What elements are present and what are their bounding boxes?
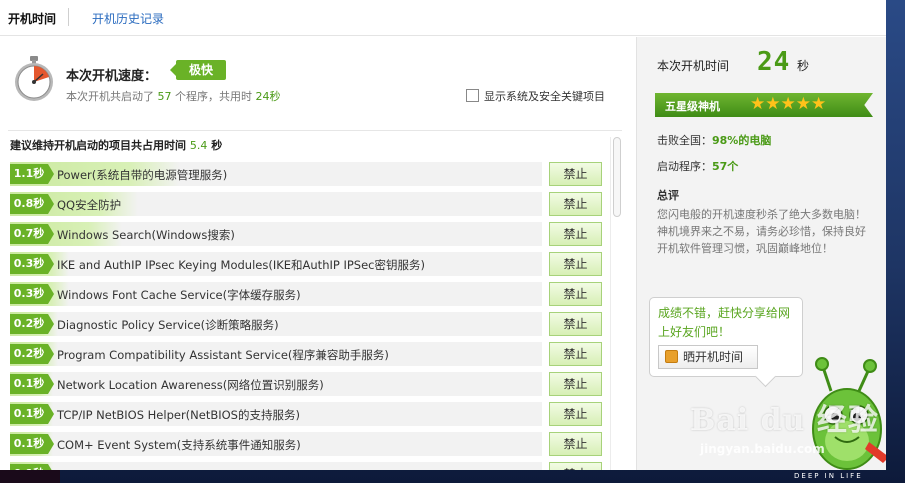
show-system-items-toggle[interactable]: 显示系统及安全关键项目: [466, 88, 605, 104]
baidu-watermark-url: jingyan.baidu.com: [700, 442, 825, 456]
programs-value: 57个: [712, 160, 739, 173]
show-system-items-label: 显示系统及安全关键项目: [484, 90, 605, 103]
boot-time-label: 本次开机时间: [657, 59, 730, 73]
disable-startup-button[interactable]: 禁止: [549, 462, 602, 470]
disable-startup-button[interactable]: 禁止: [549, 162, 602, 186]
duration-tag: 0.1秒: [10, 404, 54, 424]
startup-item-row: 0.3秒 IKE and AuthIP IPsec Keying Modules(…: [10, 250, 604, 280]
startup-item-row: 1.1秒 Power(系统自带的电源管理服务) 禁止: [10, 160, 604, 190]
duration-tag: 0.2秒: [10, 314, 54, 334]
boot-time-value: 24: [757, 47, 791, 77]
startup-item-row: 0.1秒 COM+ Event System(支持系统事件通知服务) 禁止: [10, 430, 604, 460]
taskbar-fragment: [0, 470, 60, 483]
disable-startup-button[interactable]: 禁止: [549, 372, 602, 396]
startup-item-name: QQ安全防护: [57, 198, 122, 212]
summary-total-time: 24秒: [255, 90, 281, 103]
startup-item-name: Power(系统自带的电源管理服务): [57, 168, 228, 182]
share-text: 成绩不错，赶快分享给网上好友们吧！: [658, 306, 791, 339]
share-icon: [665, 350, 678, 363]
duration-tag: 0.8秒: [10, 194, 54, 214]
show-system-items-checkbox[interactable]: [466, 89, 479, 102]
startup-item-name: Diagnostic Policy Service(诊断策略服务): [57, 318, 279, 332]
duration-tag: 0.1秒: [10, 434, 54, 454]
speed-label: 本次开机速度：: [66, 69, 158, 84]
programs-stat: 启动程序：57个: [657, 158, 738, 174]
startup-item-name: COM+ Event System(支持系统事件通知服务): [57, 438, 301, 452]
disable-startup-button[interactable]: 禁止: [549, 192, 602, 216]
startup-item-name: Program Compatibility Assistant Service(…: [57, 348, 389, 362]
startup-item-row: 0.7秒 Windows Search(Windows搜索) 禁止: [10, 220, 604, 250]
startup-item-name: TCP/IP NetBIOS Helper(NetBIOS的支持服务): [57, 408, 300, 422]
list-header-unit: 秒: [211, 139, 223, 152]
startup-item-row: 0.8秒 QQ安全防护 禁止: [10, 190, 604, 220]
summary-line: 本次开机共启动了 57 个程序，共用时 24秒: [66, 88, 281, 104]
programs-label: 启动程序：: [657, 160, 712, 173]
scroll-thumb[interactable]: [613, 137, 621, 217]
duration-tag: 0.3秒: [10, 254, 54, 274]
summary-section: 本次开机速度： 极快 本次开机共启动了 57 个程序，共用时 24秒 显示系统及…: [0, 37, 636, 129]
duration-tag: 0.3秒: [10, 284, 54, 304]
startup-item-list: 1.1秒 Power(系统自带的电源管理服务) 禁止 0.8秒 QQ安全防护 禁止 0.7秒…: [10, 160, 604, 470]
beat-value: 98%的电脑: [712, 134, 772, 147]
list-header-prefix: 建议维持开机启动的项目共占用时间: [10, 139, 186, 152]
baidu-watermark: Bai du 经验: [690, 403, 879, 438]
row-background: [10, 462, 542, 470]
list-header-value: 5.4: [189, 139, 208, 152]
tab-divider: [68, 8, 69, 26]
disable-startup-button[interactable]: 禁止: [549, 342, 602, 366]
duration-tag: 0.1秒: [10, 374, 54, 394]
list-header: 建议维持开机启动的项目共占用时间 5.4 秒: [10, 137, 222, 153]
startup-item-name: Network Location Awareness(网络位置识别服务): [57, 378, 324, 392]
beat-stat: 击败全国：98%的电脑: [657, 132, 771, 148]
startup-item-row: 0.1秒禁止: [10, 460, 604, 470]
summary-prefix: 本次开机共启动了: [66, 90, 154, 103]
startup-item-name: IKE and AuthIP IPsec Keying Modules(IKE和…: [57, 258, 425, 272]
tab-boot-history[interactable]: 开机历史记录: [92, 10, 164, 27]
startup-item-name: Windows Font Cache Service(字体缓存服务): [57, 288, 301, 302]
disable-startup-button[interactable]: 禁止: [549, 432, 602, 456]
stopwatch-icon: [15, 56, 53, 101]
review-text: 您闪电般的开机速度秒杀了绝大多数电脑！神机境界来之不易，请务必珍惜，保持良好开机…: [657, 208, 866, 255]
speed-badge: 极快: [170, 60, 226, 80]
list-scrollbar[interactable]: [610, 137, 622, 470]
disable-startup-button[interactable]: 禁止: [549, 222, 602, 246]
disable-startup-button[interactable]: 禁止: [549, 252, 602, 276]
duration-tag: 0.7秒: [10, 224, 54, 244]
share-button-label: 晒开机时间: [683, 350, 744, 364]
startup-item-row: 0.1秒 Network Location Awareness(网络位置识别服务)…: [10, 370, 604, 400]
startup-item-row: 0.2秒 Program Compatibility Assistant Serv…: [10, 340, 604, 370]
disable-startup-button[interactable]: 禁止: [549, 312, 602, 336]
disable-startup-button[interactable]: 禁止: [549, 402, 602, 426]
beat-label: 击败全国：: [657, 134, 712, 147]
startup-item-row: 0.1秒 TCP/IP NetBIOS Helper(NetBIOS的支持服务) 禁…: [10, 400, 604, 430]
wallpaper-caption: DEEP IN LIFE: [794, 472, 863, 480]
tab-boot-time[interactable]: 开机时间: [8, 10, 56, 27]
tab-bar: 开机时间 开机历史记录: [0, 0, 886, 36]
summary-middle: 个程序，共用时: [175, 90, 252, 103]
section-divider: [8, 130, 622, 131]
disable-startup-button[interactable]: 禁止: [549, 282, 602, 306]
duration-tag: 1.1秒: [10, 164, 54, 184]
star-rating-icon: ★★★★★: [750, 94, 827, 114]
duration-tag: 0.2秒: [10, 344, 54, 364]
startup-item-row: 0.2秒 Diagnostic Policy Service(诊断策略服务) 禁止: [10, 310, 604, 340]
boot-time-unit: 秒: [797, 59, 810, 73]
rating-label: 五星级神机: [665, 100, 720, 113]
share-bubble: 成绩不错，赶快分享给网上好友们吧！ 晒开机时间: [649, 297, 803, 377]
summary-program-count: 57: [157, 90, 172, 103]
startup-item-name: Windows Search(Windows搜索): [57, 228, 235, 242]
startup-item-row: 0.3秒 Windows Font Cache Service(字体缓存服务) 禁止: [10, 280, 604, 310]
review-title: 总评: [657, 189, 679, 202]
share-boot-time-button[interactable]: 晒开机时间: [658, 345, 758, 369]
